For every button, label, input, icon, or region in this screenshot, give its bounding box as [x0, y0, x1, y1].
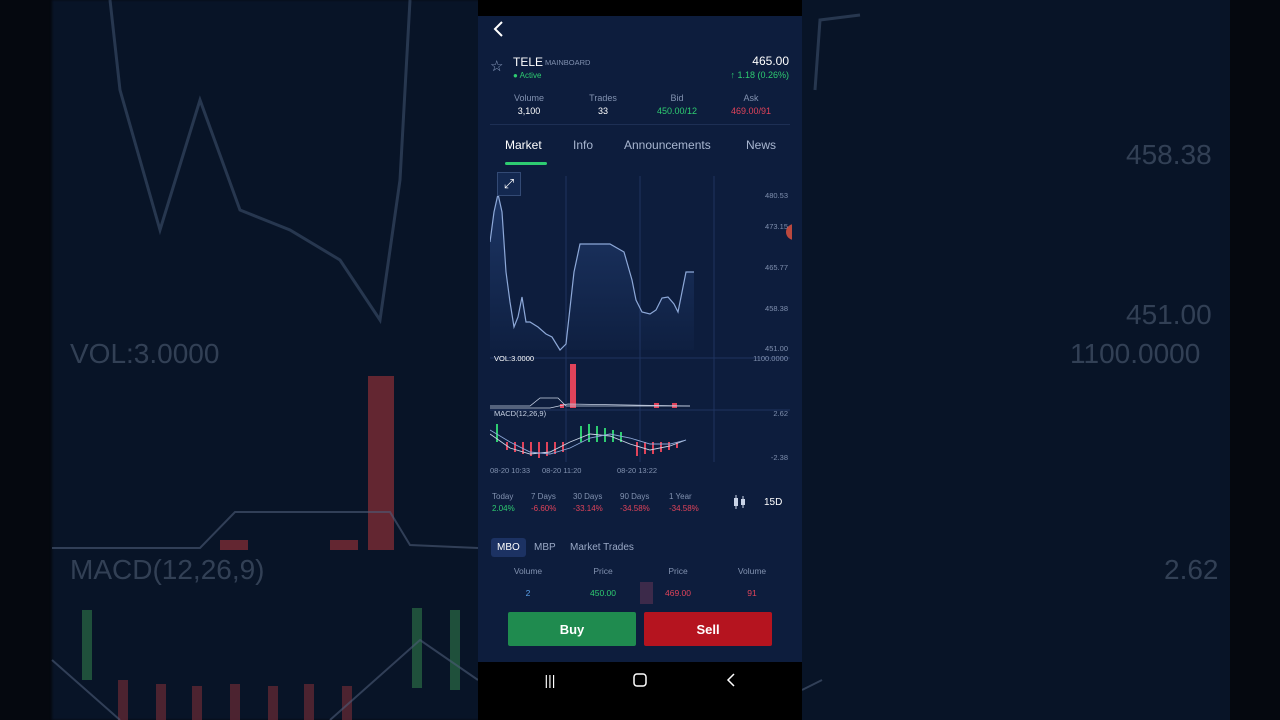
back-arrow-icon[interactable]: [488, 18, 510, 40]
time-tick: 08-20 11:20: [542, 466, 581, 475]
period-value: -34.58%: [620, 504, 650, 513]
price-change-value: 1.18 (0.26%): [737, 70, 789, 80]
price-tick: 473.15: [765, 222, 788, 231]
price-tick: 465.77: [765, 263, 788, 272]
price-tick: 458.38: [765, 304, 788, 313]
status-indicator: ● Active: [513, 71, 541, 80]
stat-value: 450.00/12: [656, 106, 698, 116]
volume-ma-line: [490, 397, 690, 407]
stat-label: Volume: [513, 93, 545, 103]
period-value: 2.04%: [492, 504, 515, 513]
ask-volume: 91: [747, 588, 757, 598]
nav-back-icon[interactable]: [720, 672, 744, 692]
time-tick: 08-20 13:22: [617, 466, 657, 475]
period-label: Today: [492, 492, 514, 501]
arrow-up-icon: ↑: [730, 70, 735, 80]
period-label: 1 Year: [669, 492, 692, 501]
volume-label: VOL:3.0000: [494, 354, 534, 363]
backdrop-vol-label: VOL:3.0000: [70, 338, 220, 369]
tab-info[interactable]: Info: [573, 138, 593, 152]
period-value: -33.14%: [573, 504, 603, 513]
backdrop-tick-3: 1100.0000: [1070, 338, 1201, 369]
period-90d[interactable]: 90 Days -34.58%: [620, 492, 650, 513]
price-change: ↑ 1.18 (0.26%): [730, 70, 789, 80]
range-selector[interactable]: 15D: [764, 497, 782, 508]
macd-top-tick: 2.62: [773, 409, 788, 418]
star-icon[interactable]: ☆: [490, 57, 503, 75]
backdrop-tick-1: 458.38: [1126, 139, 1212, 170]
period-label: 7 Days: [531, 492, 556, 501]
column-header: Price: [668, 566, 688, 576]
board-label: MAINBOARD: [545, 58, 591, 67]
candlestick-icon[interactable]: [732, 494, 748, 510]
buy-button[interactable]: Buy: [508, 612, 636, 646]
bid-price: 450.00: [590, 588, 616, 598]
backdrop-macd-label: MACD(12,26,9): [70, 554, 265, 585]
period-30d[interactable]: 30 Days -33.14%: [573, 492, 603, 513]
period-today[interactable]: Today 2.04%: [492, 492, 515, 513]
tab-news[interactable]: News: [746, 138, 776, 152]
status-dot-icon: ●: [513, 71, 518, 80]
tab-market[interactable]: Market: [505, 138, 542, 152]
column-header: Volume: [513, 566, 543, 576]
time-tick: 08-20 10:33: [490, 466, 530, 475]
price-tick: 480.53: [765, 191, 788, 200]
price-tick: 451.00: [765, 344, 788, 353]
macd-bottom-tick: -2.38: [771, 453, 788, 462]
expand-icon[interactable]: ⤢: [497, 172, 521, 196]
status-bar: [478, 0, 802, 16]
stat-trades: Trades 33: [568, 93, 638, 116]
period-7d[interactable]: 7 Days -6.60%: [531, 492, 556, 513]
period-value: -34.58%: [669, 504, 699, 513]
ask-price: 469.00: [665, 588, 691, 598]
recent-apps-icon[interactable]: |||: [538, 672, 562, 692]
tab-announcements[interactable]: Announcements: [624, 138, 711, 152]
last-price: 465.00: [752, 54, 789, 68]
volume-max-tick: 1100.0000: [753, 354, 788, 363]
period-label: 30 Days: [573, 492, 603, 501]
active-tab-indicator: [505, 162, 547, 165]
stat-volume: Volume 3,100: [494, 93, 564, 116]
stat-value: 3,100: [517, 106, 541, 116]
stock-symbol: TELE: [513, 55, 544, 69]
period-label: 90 Days: [620, 492, 650, 501]
subtab-mbo[interactable]: MBO: [491, 538, 526, 557]
subtab-market-trades[interactable]: Market Trades: [564, 538, 640, 557]
column-header: Price: [593, 566, 613, 576]
stat-value: 33: [597, 106, 608, 116]
subtab-mbp[interactable]: MBP: [528, 538, 562, 557]
sell-button[interactable]: Sell: [644, 612, 772, 646]
price-area: [490, 194, 694, 350]
stat-bid: Bid 450.00/12: [642, 93, 712, 116]
period-value: -6.60%: [531, 504, 557, 513]
home-icon[interactable]: [628, 672, 652, 692]
stat-label: Ask: [743, 93, 759, 103]
column-header: Volume: [737, 566, 767, 576]
macd-histogram: [496, 424, 678, 458]
phone-screen: ☆ TELE MAINBOARD ● Active 465.00 ↑ 1.18 …: [478, 0, 802, 720]
stat-ask: Ask 469.00/91: [716, 93, 786, 116]
divider: [490, 124, 790, 125]
volume-bar: [570, 364, 576, 408]
stat-label: Bid: [670, 93, 684, 103]
stat-value: 469.00/91: [730, 106, 772, 116]
backdrop-tick-2: 451.00: [1126, 299, 1212, 330]
bid-volume: 2: [525, 588, 531, 598]
stat-label: Trades: [589, 93, 617, 103]
macd-label: MACD(12,26,9): [494, 409, 547, 418]
backdrop-tick-4: 2.62: [1164, 554, 1219, 585]
period-1y[interactable]: 1 Year -34.58%: [669, 492, 699, 513]
price-chart[interactable]: 480.53 473.15 465.77 458.38 451.00 VOL:3…: [490, 172, 792, 477]
status-text: Active: [519, 71, 542, 80]
